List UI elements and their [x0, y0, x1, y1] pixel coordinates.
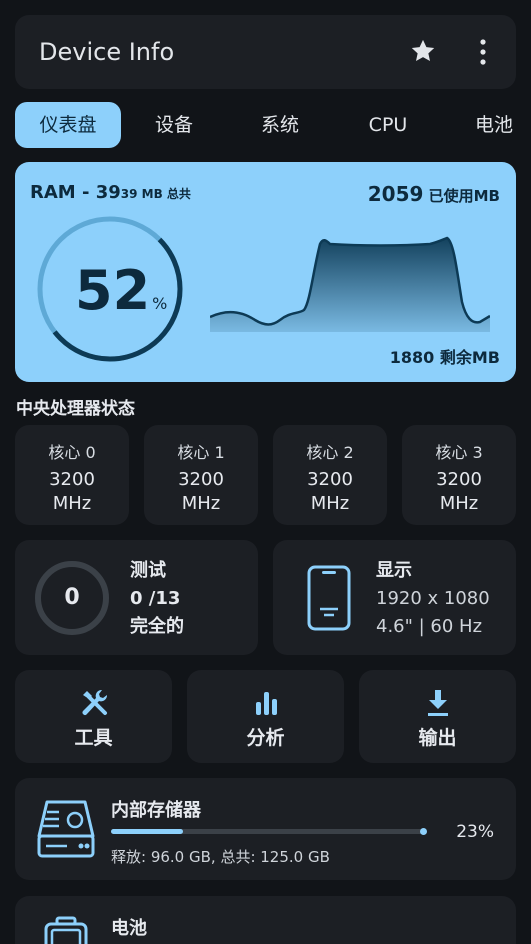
- core-label: 核心 2: [306, 443, 354, 462]
- core-freq-unit: MHz: [439, 493, 479, 514]
- battery-icon: [44, 916, 88, 944]
- tab-battery[interactable]: 电池: [471, 102, 517, 148]
- core-label: 核心 3: [435, 443, 483, 462]
- ram-percent-sign: %: [152, 294, 168, 313]
- core-label: 核心 1: [177, 443, 225, 462]
- tests-status: 完全的: [130, 616, 184, 637]
- core-frequency: 3200 MHz: [144, 468, 258, 516]
- cpu-core-card: 核心 1 3200 MHz: [144, 425, 258, 525]
- core-frequency: 3200 MHz: [402, 468, 516, 516]
- analysis-label: 分析: [246, 727, 285, 749]
- core-freq-unit: MHz: [310, 493, 350, 514]
- tests-title: 测试: [130, 560, 166, 581]
- battery-title: 电池: [111, 918, 147, 939]
- tests-text: 测试 0 /13 完全的: [130, 557, 184, 641]
- tools-button[interactable]: 工具: [15, 670, 172, 763]
- display-details: 4.6" | 60 Hz: [376, 616, 483, 637]
- ram-used-unit: 已使用MB: [423, 187, 500, 205]
- ram-title-total: 39 MB 总共: [120, 187, 191, 201]
- display-title: 显示: [376, 560, 412, 581]
- cpu-core-card: 核心 2 3200 MHz: [273, 425, 387, 525]
- ram-usage-graph: [210, 236, 490, 332]
- core-freq-value: 3200: [178, 469, 224, 490]
- cpu-section-title: 中央处理器状态: [16, 399, 135, 419]
- tab-system[interactable]: 系统: [257, 102, 303, 148]
- ram-free: 1880 剩余MB: [390, 344, 500, 368]
- app-bar: Device Info: [15, 15, 516, 89]
- app-title: Device Info: [39, 38, 175, 66]
- core-freq-unit: MHz: [181, 493, 221, 514]
- ram-free-unit: 剩余MB: [434, 348, 500, 367]
- tab-dashboard[interactable]: 仪表盘: [15, 102, 121, 148]
- core-freq-value: 3200: [436, 469, 482, 490]
- phone-icon: [307, 565, 351, 631]
- core-freq-value: 3200: [49, 469, 95, 490]
- bar-chart-icon: [255, 692, 277, 715]
- more-options-icon[interactable]: [475, 37, 491, 67]
- ram-free-value: 1880: [389, 348, 435, 367]
- storage-progress-fill: [111, 829, 184, 834]
- display-resolution: 1920 x 1080: [376, 588, 490, 609]
- hard-drive-icon: [37, 800, 95, 858]
- tab-bar: 仪表盘 设备 系统 CPU 电池: [15, 102, 531, 148]
- core-freq-unit: MHz: [52, 493, 92, 514]
- ram-percent: 52%: [75, 259, 167, 322]
- core-freq-value: 3200: [307, 469, 353, 490]
- display-tile[interactable]: 显示 1920 x 1080 4.6" | 60 Hz: [273, 540, 516, 655]
- tab-device[interactable]: 设备: [151, 102, 197, 148]
- ram-used: 2059 已使用MB: [368, 182, 500, 206]
- analysis-button[interactable]: 分析: [187, 670, 344, 763]
- storage-details: 释放: 96.0 GB, 总共: 125.0 GB: [111, 848, 330, 866]
- tab-cpu[interactable]: CPU: [363, 102, 413, 148]
- storage-title: 内部存储器: [111, 800, 201, 821]
- export-label: 输出: [418, 727, 457, 749]
- storage-progress-bar: [111, 828, 427, 835]
- storage-percent: 23%: [456, 822, 494, 842]
- core-label: 核心 0: [48, 443, 96, 462]
- ram-card[interactable]: RAM - 3939 MB 总共 2059 已使用MB 52% 1880 剩余M…: [15, 162, 516, 382]
- cpu-core-card: 核心 3 3200 MHz: [402, 425, 516, 525]
- battery-card[interactable]: 电池: [15, 896, 516, 944]
- tests-tile[interactable]: 0 测试 0 /13 完全的: [15, 540, 258, 655]
- ram-percent-value: 52: [75, 259, 151, 322]
- core-frequency: 3200 MHz: [15, 468, 129, 516]
- tests-progress: 0 /13: [130, 588, 181, 609]
- storage-card[interactable]: 内部存储器 23% 释放: 96.0 GB, 总共: 125.0 GB: [15, 778, 516, 880]
- ram-used-value: 2059: [367, 182, 424, 206]
- storage-progress-end-dot: [420, 828, 427, 835]
- ram-title: RAM - 3939 MB 总共: [30, 182, 191, 203]
- export-button[interactable]: 输出: [359, 670, 516, 763]
- core-frequency: 3200 MHz: [273, 468, 387, 516]
- download-icon: [427, 690, 448, 716]
- tests-count: 0: [64, 585, 80, 610]
- star-icon[interactable]: [409, 37, 437, 65]
- display-text: 显示 1920 x 1080 4.6" | 60 Hz: [376, 557, 490, 641]
- ram-title-main: RAM - 39: [30, 182, 121, 203]
- cpu-core-card: 核心 0 3200 MHz: [15, 425, 129, 525]
- tools-label: 工具: [74, 727, 113, 749]
- tools-icon: [82, 689, 107, 715]
